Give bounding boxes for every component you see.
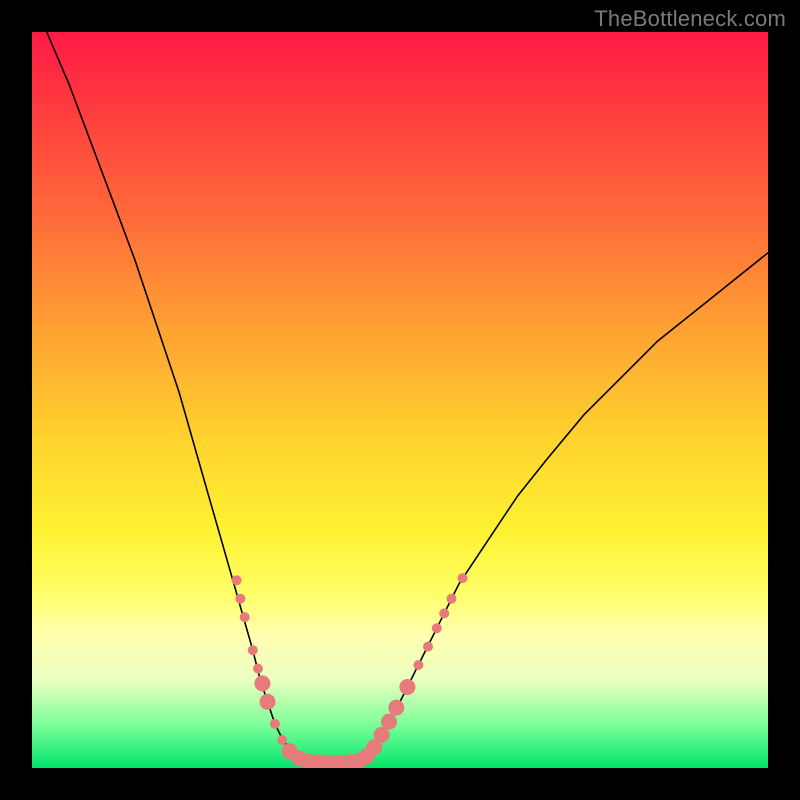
marker-dot <box>270 719 280 729</box>
marker-dot <box>439 608 449 618</box>
marker-dot <box>254 675 270 691</box>
marker-dot <box>248 645 258 655</box>
marker-dot <box>260 694 276 710</box>
marker-dot <box>277 735 287 745</box>
marker-dot <box>253 664 263 674</box>
bottleneck-curve <box>47 32 768 763</box>
marker-dot <box>240 612 250 622</box>
watermark-text: TheBottleneck.com <box>594 6 786 32</box>
marker-dot <box>458 573 468 583</box>
marker-dot <box>399 679 415 695</box>
chart-frame: TheBottleneck.com <box>0 0 800 800</box>
marker-dot <box>413 660 423 670</box>
marker-dot <box>381 714 397 730</box>
plot-area <box>32 32 768 768</box>
marker-dot <box>235 594 245 604</box>
marker-dot <box>447 594 457 604</box>
marker-dot <box>232 575 242 585</box>
marker-dot <box>388 700 404 716</box>
marker-dot <box>432 623 442 633</box>
marker-cluster <box>232 573 468 768</box>
chart-svg <box>32 32 768 768</box>
marker-dot <box>423 642 433 652</box>
